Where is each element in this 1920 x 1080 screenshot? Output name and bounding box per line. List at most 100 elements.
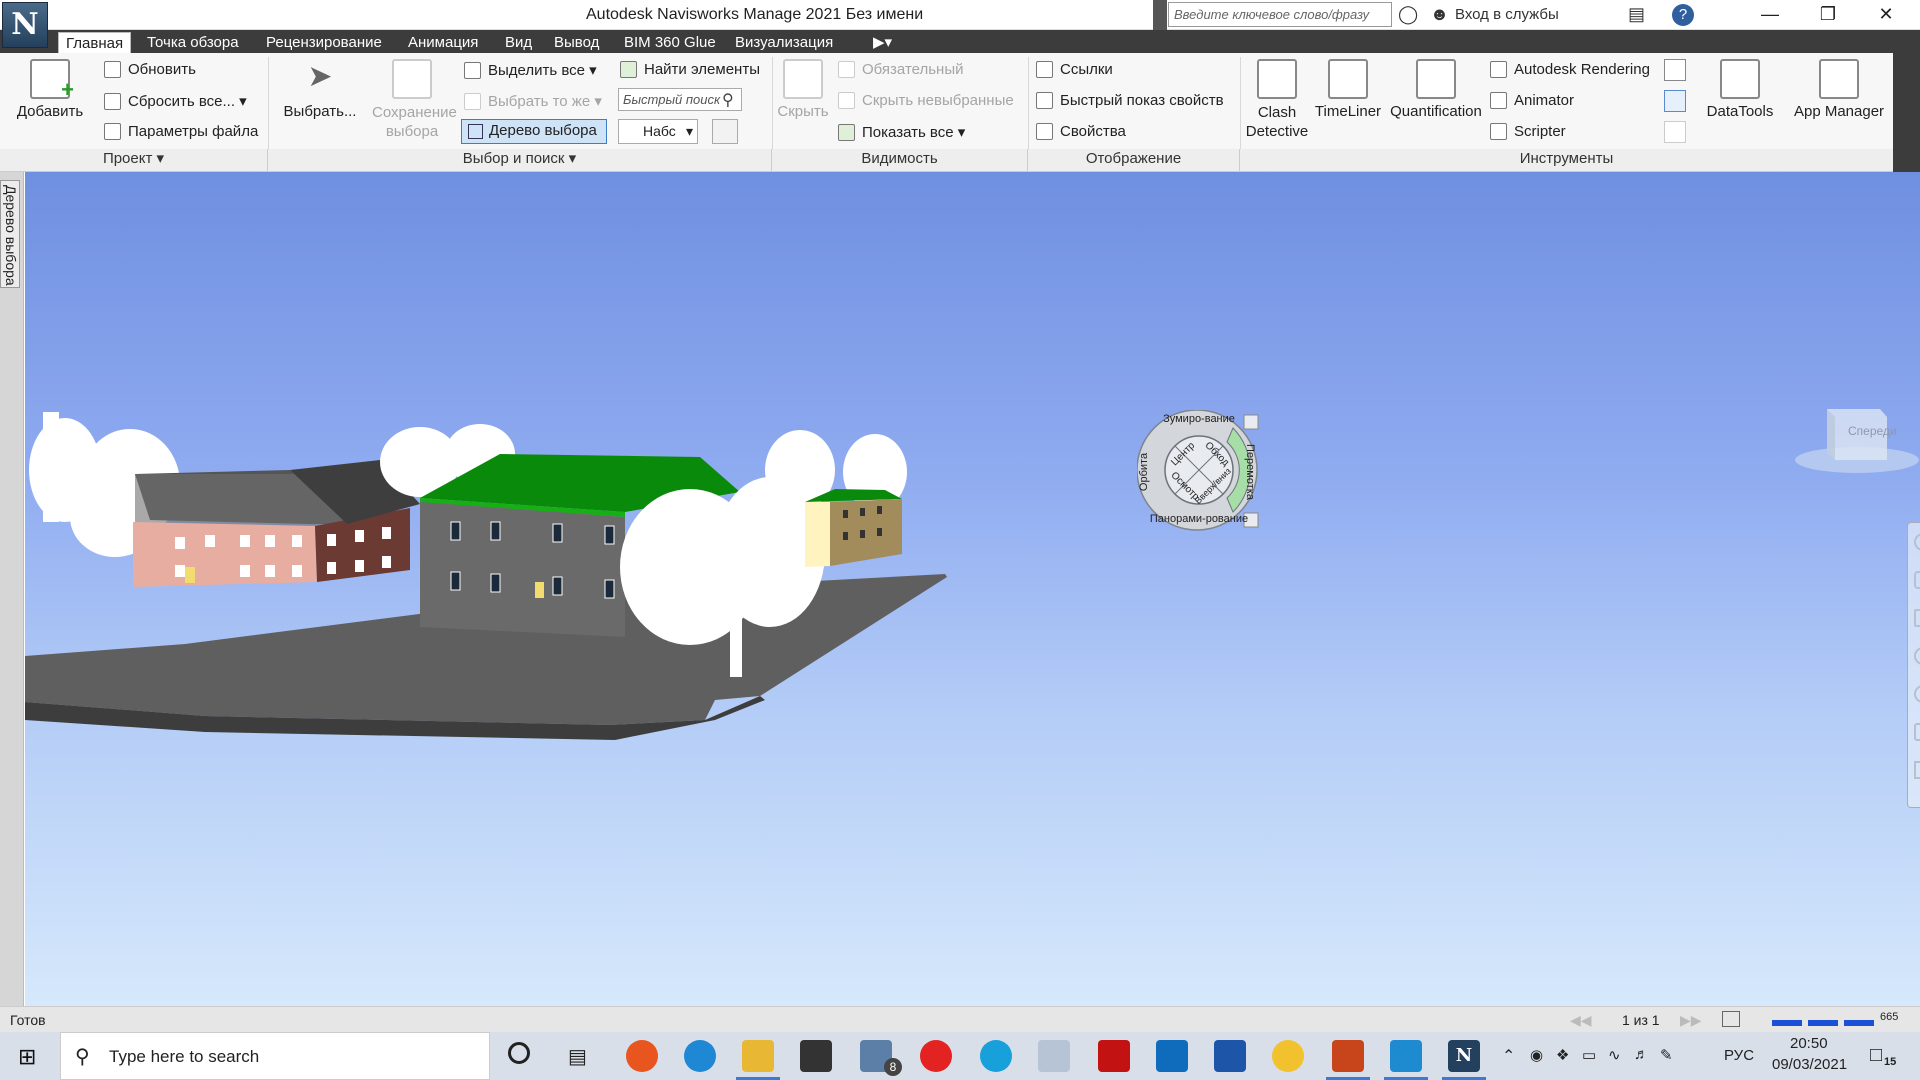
firefox-icon[interactable] bbox=[626, 1040, 658, 1072]
volume-icon[interactable]: ♬ bbox=[1634, 1046, 1649, 1063]
photos-icon[interactable] bbox=[1038, 1040, 1070, 1072]
datatools-button[interactable]: DataTools bbox=[1702, 59, 1778, 120]
app-menu-button[interactable]: N bbox=[2, 2, 48, 48]
powerpoint-icon[interactable] bbox=[1332, 1040, 1364, 1072]
next-sheet-icon[interactable]: ▶▶ bbox=[1680, 1012, 1702, 1029]
required-button[interactable]: Обязательный bbox=[838, 60, 964, 79]
notifications-icon[interactable]: □ bbox=[1870, 1044, 1882, 1067]
binoculars-icon[interactable]: ◯ bbox=[1398, 4, 1418, 25]
quick-props-button[interactable]: Быстрый показ свойств bbox=[1036, 91, 1224, 110]
hide-button[interactable]: Скрыть bbox=[774, 59, 832, 120]
minimize-button[interactable]: — bbox=[1742, 0, 1798, 30]
pen-icon[interactable]: ✎ bbox=[1660, 1046, 1673, 1064]
select-panel-footer[interactable]: Выбор и поиск ▾ bbox=[268, 149, 772, 171]
tab-view[interactable]: Вид bbox=[498, 32, 539, 53]
select-icon[interactable] bbox=[1914, 761, 1920, 779]
wifi-icon[interactable]: ∿ bbox=[1608, 1046, 1621, 1064]
selection-tree-side-tab[interactable]: Дерево выбора bbox=[0, 180, 20, 288]
autodesk-rendering-button[interactable]: Autodesk Rendering bbox=[1490, 60, 1650, 79]
language-indicator[interactable]: РУС bbox=[1724, 1047, 1754, 1064]
acrobat-icon[interactable] bbox=[1098, 1040, 1130, 1072]
find-items-button[interactable]: Найти элементы bbox=[620, 60, 760, 79]
task-view-icon[interactable]: ▤ bbox=[568, 1044, 587, 1069]
tab-review[interactable]: Рецензирование bbox=[259, 32, 389, 53]
word-icon[interactable] bbox=[1214, 1040, 1246, 1072]
3d-viewport[interactable]: Зумиро-вание Орбита Перемотка Панорами-р… bbox=[25, 172, 1920, 1006]
select-same-button[interactable]: Выбрать то же ▾ bbox=[464, 92, 602, 111]
skype-icon[interactable] bbox=[980, 1040, 1012, 1072]
dropbox-icon[interactable]: ❖ bbox=[1556, 1046, 1569, 1064]
look-around-icon[interactable] bbox=[1914, 685, 1920, 703]
windows-start-icon[interactable]: ⊞ bbox=[18, 1044, 36, 1070]
signin-button[interactable]: Вход в службы bbox=[1455, 6, 1559, 23]
keyword-search-input[interactable]: Введите ключевое слово/фразу bbox=[1168, 2, 1392, 27]
cortana-icon[interactable] bbox=[508, 1042, 530, 1064]
clash-detective-button[interactable]: Clash Detective bbox=[1242, 59, 1312, 141]
file-explorer-icon[interactable] bbox=[742, 1040, 774, 1072]
ribbon-options-icon[interactable]: ▶▾ bbox=[866, 32, 899, 53]
navisworks-taskbar-icon[interactable]: N bbox=[1448, 1040, 1480, 1072]
wheel-orbit[interactable]: Орбита bbox=[1138, 452, 1150, 491]
close-button[interactable]: ✕ bbox=[1858, 0, 1914, 30]
yandex-icon[interactable] bbox=[920, 1040, 952, 1072]
batch-utility-icon[interactable] bbox=[1664, 90, 1686, 112]
clock-time[interactable]: 20:50 bbox=[1790, 1035, 1828, 1052]
compare-icon[interactable] bbox=[1664, 121, 1686, 143]
tray-expand-icon[interactable]: ⌃ bbox=[1502, 1046, 1515, 1066]
pan-icon[interactable] bbox=[1914, 571, 1920, 589]
tab-output[interactable]: Вывод bbox=[547, 32, 606, 53]
chrome-icon[interactable] bbox=[1272, 1040, 1304, 1072]
select-button[interactable]: ➤ Выбрать... bbox=[282, 59, 358, 120]
clock-date[interactable]: 09/03/2021 bbox=[1772, 1056, 1847, 1073]
project-panel-footer[interactable]: Проект ▾ bbox=[0, 149, 268, 171]
orbit-icon[interactable] bbox=[1914, 647, 1920, 665]
refresh-button[interactable]: Обновить bbox=[104, 60, 196, 79]
first-sheet-icon[interactable]: ◀◀ bbox=[1570, 1012, 1592, 1029]
wheel-zoom[interactable]: Зумиро-вание bbox=[1163, 413, 1235, 425]
show-all-button[interactable]: Показать все ▾ bbox=[838, 123, 965, 142]
tab-visualization[interactable]: Визуализация bbox=[728, 32, 840, 53]
animator-button[interactable]: Animator bbox=[1490, 91, 1574, 110]
timeliner-button[interactable]: TimeLiner bbox=[1312, 59, 1384, 120]
wheel-pan[interactable]: Панорами-рование bbox=[1150, 513, 1248, 525]
quantification-button[interactable]: Quantification bbox=[1386, 59, 1486, 120]
reset-all-button[interactable]: Сбросить все... ▾ bbox=[104, 92, 247, 111]
outlook-icon[interactable] bbox=[1156, 1040, 1188, 1072]
help-icon[interactable]: ? bbox=[1672, 4, 1694, 26]
sheet-browser-icon[interactable] bbox=[1722, 1011, 1740, 1027]
sets-dropdown[interactable]: Набс ▾ bbox=[618, 119, 698, 144]
steering-wheel[interactable]: Зумиро-вание Орбита Перемотка Панорами-р… bbox=[1137, 410, 1287, 550]
restore-button[interactable]: ❐ bbox=[1800, 0, 1856, 30]
selection-tree-button[interactable]: Дерево выбора bbox=[461, 119, 607, 144]
appearance-profiler-icon[interactable] bbox=[1664, 59, 1686, 81]
tab-animation[interactable]: Анимация bbox=[401, 32, 485, 53]
taskbar-search-box[interactable]: ⚲ Type here to search bbox=[60, 1032, 490, 1080]
walk-icon[interactable] bbox=[1914, 723, 1920, 741]
viewcube-front-face[interactable]: Спереди bbox=[1848, 424, 1897, 438]
scripter-button[interactable]: Scripter bbox=[1490, 122, 1566, 141]
app-manager-button[interactable]: App Manager bbox=[1788, 59, 1890, 120]
viewcube[interactable]: Спереди bbox=[1795, 397, 1920, 477]
properties-button[interactable]: Свойства bbox=[1036, 122, 1126, 141]
save-selection-button[interactable]: Сохранение выбора bbox=[366, 59, 458, 141]
store-icon[interactable] bbox=[800, 1040, 832, 1072]
screen-share-icon[interactable] bbox=[1390, 1040, 1422, 1072]
tab-viewpoint[interactable]: Точка обзора bbox=[140, 32, 246, 53]
wheel-rewind[interactable]: Перемотка bbox=[1244, 444, 1256, 501]
search-expand-arrow[interactable] bbox=[1153, 0, 1167, 30]
hide-unselected-button[interactable]: Скрыть невыбранные bbox=[838, 91, 1014, 110]
battery-icon[interactable]: ▭ bbox=[1582, 1046, 1596, 1064]
cart-icon[interactable]: ▤ bbox=[1628, 4, 1645, 25]
manage-sets-button[interactable] bbox=[712, 119, 738, 144]
select-all-button[interactable]: Выделить все ▾ bbox=[464, 61, 597, 80]
links-button[interactable]: Ссылки bbox=[1036, 60, 1113, 79]
add-button[interactable]: + Добавить bbox=[14, 59, 86, 120]
tab-home[interactable]: Главная bbox=[58, 32, 132, 53]
full-navigation-wheel-icon[interactable] bbox=[1914, 533, 1920, 551]
file-params-button[interactable]: Параметры файла bbox=[104, 122, 258, 141]
search-icon[interactable]: ⚲ bbox=[722, 90, 734, 110]
zoom-window-icon[interactable] bbox=[1914, 609, 1920, 627]
tab-bim360[interactable]: BIM 360 Glue bbox=[617, 32, 723, 53]
webcam-icon[interactable]: ◉ bbox=[1530, 1046, 1543, 1064]
user-icon[interactable]: ☻ bbox=[1430, 4, 1449, 25]
